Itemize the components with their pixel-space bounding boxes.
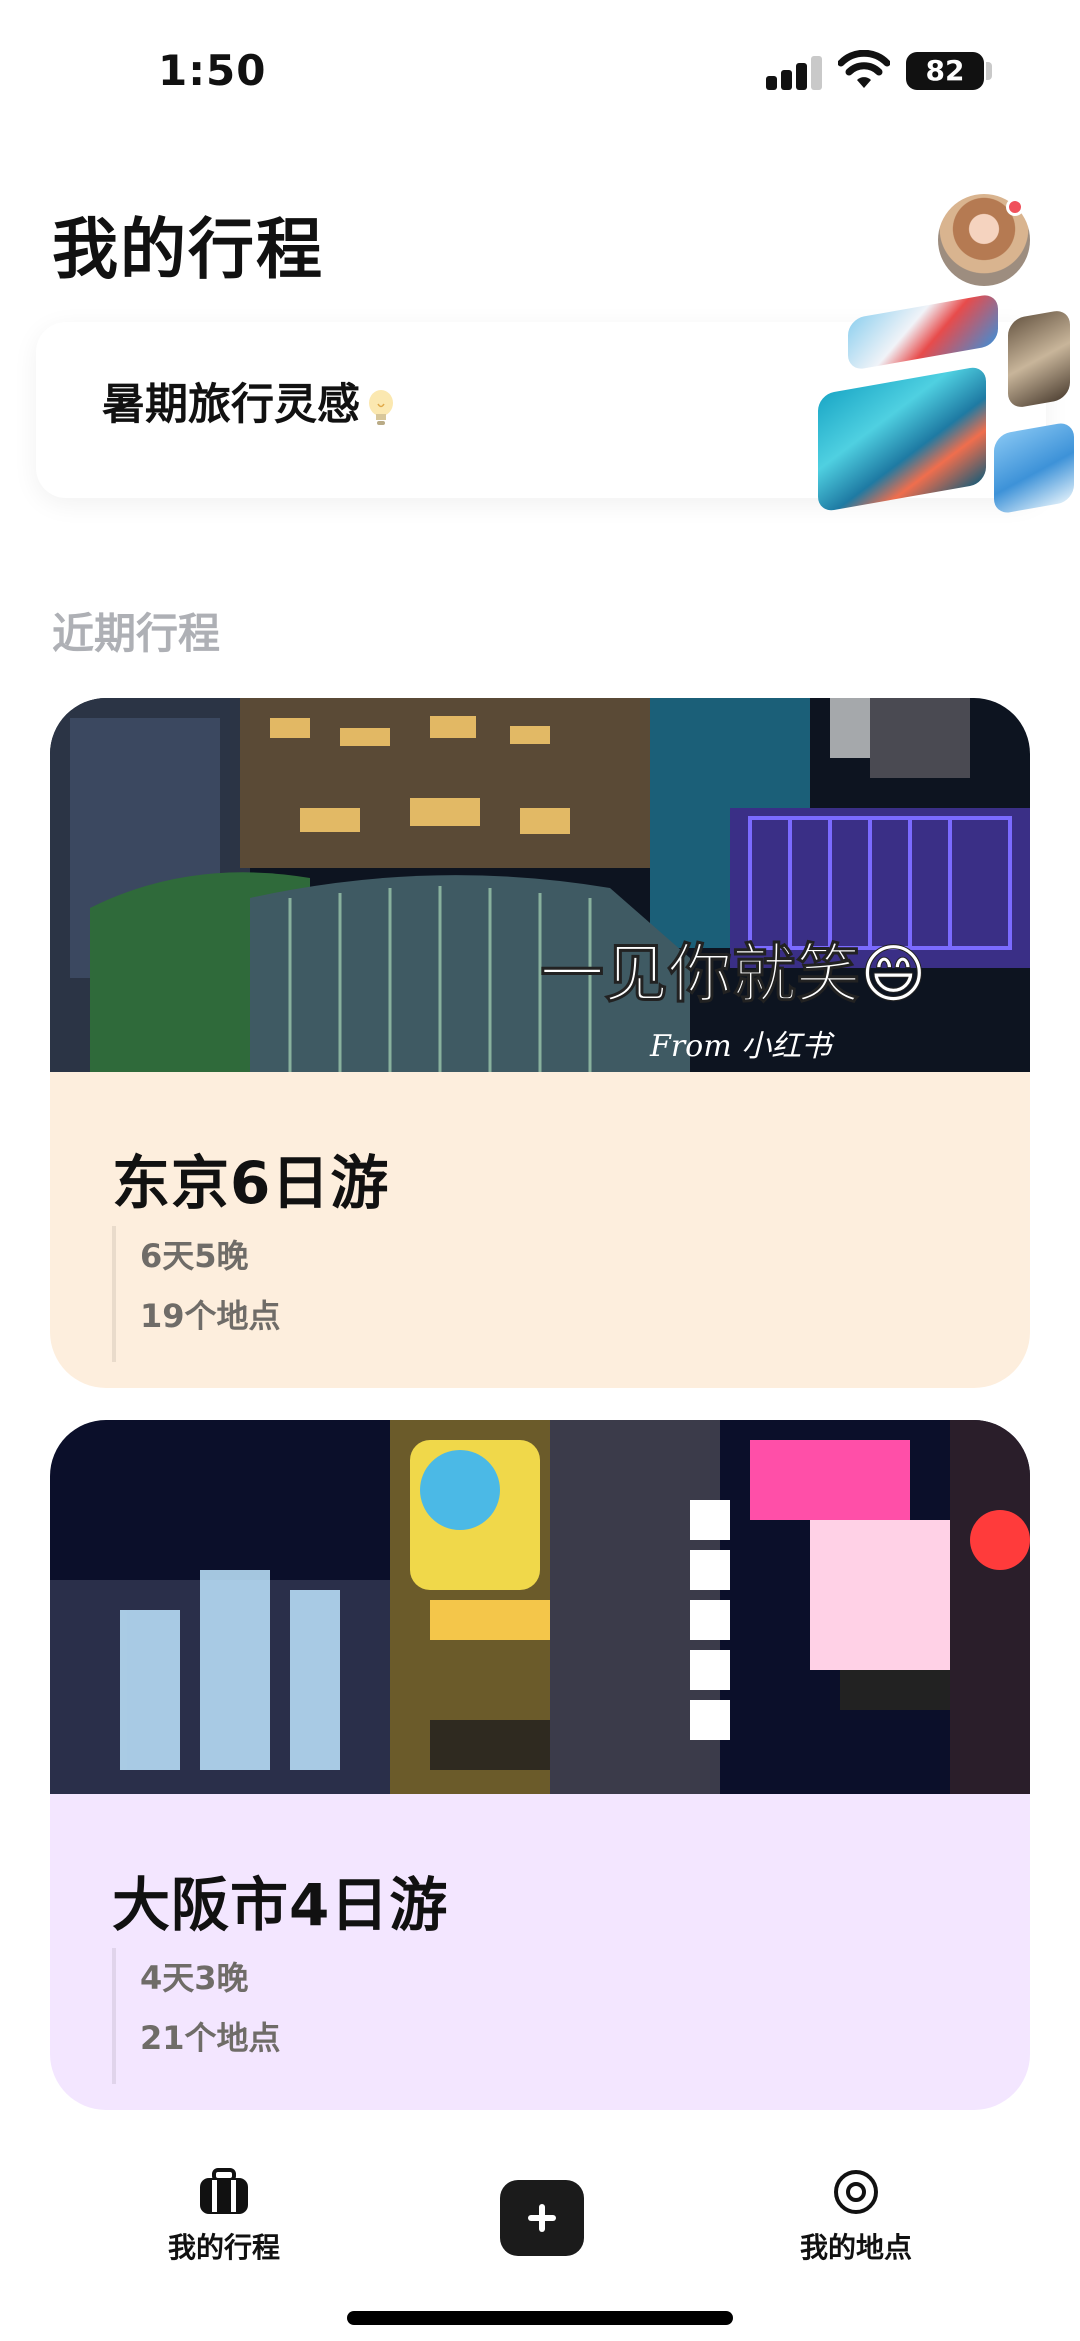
collage-photo: [994, 420, 1074, 516]
status-bar: 1:50 82: [0, 0, 1080, 140]
section-title-recent: 近期行程: [52, 609, 221, 658]
home-indicator: [347, 2311, 733, 2325]
trip-places-count: 19个地点: [140, 1297, 281, 1335]
suitcase-icon: [200, 2168, 248, 2214]
battery-icon: 82: [906, 52, 984, 90]
photo-watermark: From 小红书: [649, 1029, 835, 1064]
trip-card-osaka[interactable]: 大阪市4日游 4天3晚 21个地点: [50, 1420, 1030, 2110]
cellular-signal-icon: [766, 56, 824, 90]
collage-photo: [1008, 308, 1070, 410]
trip-meta: 6天5晚 19个地点: [112, 1226, 412, 1362]
trip-cover-photo: 一见你就笑😄 From 小红书: [50, 698, 1030, 1072]
battery-cap: [986, 62, 992, 80]
battery-percent: 82: [925, 54, 965, 87]
wifi-icon: [838, 50, 890, 88]
location-pin-icon: [834, 2170, 878, 2214]
inspiration-collage: [776, 292, 1076, 516]
add-trip-button[interactable]: [500, 2180, 584, 2256]
status-time: 1:50: [158, 46, 267, 95]
photo-caption: 一见你就笑😄: [540, 938, 927, 1012]
trip-duration: 4天3晚: [140, 1959, 249, 1997]
trip-title: 东京6日游: [112, 1149, 390, 1217]
screen: 1:50 82 我的行程 暑期旅行灵感 近期行程 一见你就笑😄 From 小红书…: [0, 0, 1080, 2341]
trip-cover-photo: [50, 1420, 1030, 1794]
trip-card-tokyo[interactable]: 一见你就笑😄 From 小红书 东京6日游 6天5晚 19个地点: [50, 698, 1030, 1388]
inspiration-card[interactable]: 暑期旅行灵感: [36, 292, 1074, 516]
notification-dot: [1006, 198, 1024, 216]
tab-label: 我的地点: [799, 2231, 912, 2264]
tab-my-trips[interactable]: 我的行程: [124, 2168, 324, 2266]
trip-info: 大阪市4日游 4天3晚 21个地点: [50, 1794, 1030, 2110]
collage-photo: [848, 292, 998, 372]
tab-my-places[interactable]: 我的地点: [756, 2168, 956, 2266]
trip-info: 东京6日游 6天5晚 19个地点: [50, 1072, 1030, 1388]
plus-icon: [528, 2204, 556, 2232]
tab-label: 我的行程: [167, 2231, 280, 2264]
page-title: 我的行程: [52, 211, 324, 288]
trip-duration: 6天5晚: [140, 1237, 249, 1275]
inspiration-label-text: 暑期旅行灵感: [102, 380, 360, 430]
trip-meta: 4天3晚 21个地点: [112, 1948, 412, 2084]
trip-places-count: 21个地点: [140, 2019, 281, 2057]
lightbulb-icon: [369, 389, 393, 425]
inspiration-label: 暑期旅行灵感: [102, 370, 396, 432]
trip-title: 大阪市4日游: [112, 1871, 449, 1939]
collage-photo: [818, 365, 986, 513]
